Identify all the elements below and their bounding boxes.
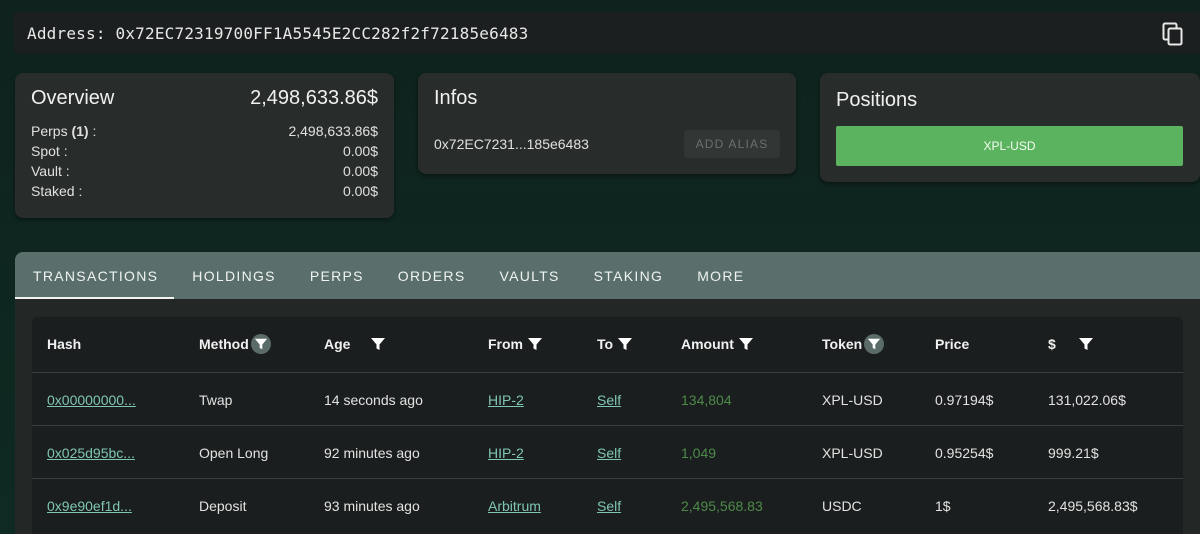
infos-short-address: 0x72EC7231...185e6483 xyxy=(434,136,589,152)
usd-filter-icon[interactable] xyxy=(1078,336,1094,352)
table-row: 0x025d95bc... Open Long 92 minutes ago H… xyxy=(32,425,1183,478)
tx-usd: 999.21$ xyxy=(1048,444,1099,461)
column-header-amount: Amount xyxy=(681,317,754,370)
positions-title: Positions xyxy=(836,89,918,111)
tx-method: Open Long xyxy=(199,444,269,461)
overview-row-label: Spot : xyxy=(31,143,68,159)
tx-method: Twap xyxy=(199,391,233,408)
column-header-to: To xyxy=(597,317,633,370)
position-xpl-usd-button[interactable]: XPL-USD xyxy=(836,126,1183,166)
tx-to-link[interactable]: Self xyxy=(597,445,621,461)
address-bar: Address: 0x72EC72319700FF1A5545E2CC282f2… xyxy=(14,12,1200,54)
overview-total: 2,498,633.86$ xyxy=(250,87,378,109)
tx-price: 1$ xyxy=(935,497,951,514)
overview-row-label: Perps (1) : xyxy=(31,123,97,139)
tab-transactions[interactable]: TRANSACTIONS xyxy=(15,252,175,299)
tx-from-link[interactable]: HIP-2 xyxy=(488,392,524,408)
overview-row-value: 0.00$ xyxy=(342,163,378,179)
tabs-panel: TRANSACTIONS HOLDINGS PERPS ORDERS VAULT… xyxy=(15,252,1200,534)
overview-row-value: 2,498,633.86$ xyxy=(288,123,378,139)
tx-token: XPL-USD xyxy=(822,391,883,408)
tx-amount: 1,049 xyxy=(681,444,717,461)
overview-row-vault: Vault : 0.00$ xyxy=(31,163,378,183)
tx-amount: 134,804 xyxy=(681,391,732,408)
tab-holdings[interactable]: HOLDINGS xyxy=(192,252,276,299)
tx-to-link[interactable]: Self xyxy=(597,392,621,408)
amount-filter-icon[interactable] xyxy=(738,336,754,352)
tx-from-link[interactable]: HIP-2 xyxy=(488,445,524,461)
column-header-token: Token xyxy=(822,317,885,370)
overview-row-value: 0.00$ xyxy=(342,183,378,199)
tx-amount: 2,495,568.83 xyxy=(681,497,763,514)
overview-title: Overview xyxy=(31,87,115,109)
tab-staking[interactable]: STAKING xyxy=(594,252,664,299)
tab-vaults[interactable]: VAULTS xyxy=(499,252,559,299)
tx-age: 14 seconds ago xyxy=(324,391,423,408)
copy-icon[interactable] xyxy=(1162,22,1184,46)
tx-to-link[interactable]: Self xyxy=(597,498,621,514)
tx-price: 0.97194$ xyxy=(935,391,994,408)
tx-hash-link[interactable]: 0x00000000... xyxy=(47,392,136,408)
address-label: Address: 0x72EC72319700FF1A5545E2CC282f2… xyxy=(27,23,529,43)
transactions-table: Hash Method Age From To Amount Token Pri… xyxy=(32,317,1183,534)
tx-hash-link[interactable]: 0x025d95bc... xyxy=(47,445,135,461)
to-filter-icon[interactable] xyxy=(617,336,633,352)
tx-token: XPL-USD xyxy=(822,444,883,461)
column-header-age: Age xyxy=(324,317,386,370)
overview-row-staked: Staked : 0.00$ xyxy=(31,183,378,203)
column-header-hash: Hash xyxy=(47,335,82,352)
overview-row-perps: Perps (1) : 2,498,633.86$ xyxy=(31,123,378,143)
tab-orders[interactable]: ORDERS xyxy=(398,252,466,299)
tx-hash-link[interactable]: 0x9e90ef1d... xyxy=(47,498,132,514)
tab-more[interactable]: MORE xyxy=(697,252,744,299)
overview-row-label: Vault : xyxy=(31,163,70,179)
tx-price: 0.95254$ xyxy=(935,444,994,461)
positions-card: Positions XPL-USD xyxy=(820,73,1200,182)
column-header-usd: $ xyxy=(1048,317,1094,370)
tx-from-link[interactable]: Arbitrum xyxy=(488,498,541,514)
tx-age: 93 minutes ago xyxy=(324,497,420,514)
column-header-method: Method xyxy=(199,317,271,370)
tx-usd: 131,022.06$ xyxy=(1048,391,1126,408)
tab-perps[interactable]: PERPS xyxy=(310,252,364,299)
overview-row-spot: Spot : 0.00$ xyxy=(31,143,378,163)
tabs-bar: TRANSACTIONS HOLDINGS PERPS ORDERS VAULT… xyxy=(15,252,1200,299)
tx-method: Deposit xyxy=(199,497,247,514)
infos-title: Infos xyxy=(434,87,478,109)
method-filter-icon[interactable] xyxy=(250,333,271,354)
age-filter-icon[interactable] xyxy=(370,336,386,352)
add-alias-button[interactable]: ADD ALIAS xyxy=(684,130,780,158)
overview-row-label: Staked : xyxy=(31,183,83,199)
column-header-price: Price xyxy=(935,335,970,352)
infos-card: Infos 0x72EC7231...185e6483 ADD ALIAS xyxy=(418,73,796,174)
column-header-from: From xyxy=(488,317,543,370)
tx-token: USDC xyxy=(822,497,862,514)
overview-card: Overview 2,498,633.86$ Perps (1) : 2,498… xyxy=(15,73,394,218)
token-filter-icon[interactable] xyxy=(864,333,885,354)
from-filter-icon[interactable] xyxy=(527,336,543,352)
tx-usd: 2,495,568.83$ xyxy=(1048,497,1138,514)
tx-age: 92 minutes ago xyxy=(324,444,420,461)
table-row: 0x9e90ef1d... Deposit 93 minutes ago Arb… xyxy=(32,478,1183,531)
overview-row-value: 0.00$ xyxy=(342,143,378,159)
table-row: 0x00000000... Twap 14 seconds ago HIP-2 … xyxy=(32,372,1183,425)
table-header: Hash Method Age From To Amount Token Pri… xyxy=(32,317,1183,370)
